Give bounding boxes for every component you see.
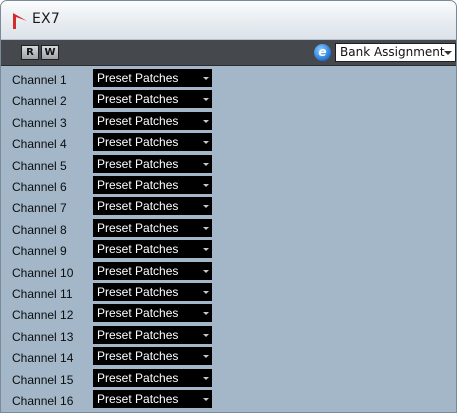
- toolbar: R W e Bank Assignment: [1, 40, 456, 66]
- bank-assignment-value: Bank Assignment: [340, 45, 445, 59]
- preset-value: Preset Patches: [97, 370, 179, 385]
- preset-value: Preset Patches: [97, 242, 179, 257]
- channel-row: Channel 4 Preset Patches: [1, 131, 456, 152]
- channel-row: Channel 1 Preset Patches: [1, 67, 456, 88]
- chevron-down-icon: [444, 51, 452, 55]
- channel-row: Channel 12 Preset Patches: [1, 302, 456, 323]
- preset-value: Preset Patches: [97, 392, 179, 406]
- title-bar[interactable]: EX7: [1, 1, 456, 40]
- preset-patches-dropdown[interactable]: Preset Patches: [93, 283, 212, 301]
- chevron-down-icon: [203, 141, 209, 145]
- preset-patches-dropdown[interactable]: Preset Patches: [93, 154, 212, 173]
- channel-row: Channel 14 Preset Patches: [1, 345, 456, 366]
- chevron-down-icon: [203, 355, 209, 359]
- preset-value: Preset Patches: [97, 92, 179, 107]
- channel-label: Channel 12: [12, 308, 74, 323]
- chevron-down-icon: [203, 77, 209, 80]
- preset-value: Preset Patches: [97, 263, 179, 278]
- channel-row: Channel 6 Preset Patches: [1, 174, 456, 195]
- preset-patches-dropdown[interactable]: Preset Patches: [93, 133, 212, 152]
- preset-value: Preset Patches: [97, 306, 179, 321]
- channel-row: Channel 7 Preset Patches: [1, 195, 456, 216]
- channel-label: Channel 13: [12, 329, 74, 344]
- preset-patches-dropdown[interactable]: Preset Patches: [93, 176, 212, 194]
- ex7-window: EX7 R W e Bank Assignment Channel 1 Prese…: [0, 0, 457, 413]
- preset-value: Preset Patches: [97, 113, 179, 128]
- channel-label: Channel 2: [12, 94, 67, 109]
- preset-value: Preset Patches: [97, 327, 179, 342]
- channel-label: Channel 8: [12, 222, 67, 237]
- chevron-down-icon: [203, 398, 209, 401]
- channel-row: Channel 5 Preset Patches: [1, 153, 456, 174]
- edit-instrument-icon[interactable]: e: [314, 44, 331, 61]
- preset-value: Preset Patches: [97, 349, 179, 364]
- chevron-down-icon: [203, 291, 209, 294]
- channel-label: Channel 4: [12, 137, 67, 152]
- chevron-down-icon: [203, 119, 209, 123]
- channel-label: Channel 3: [12, 115, 67, 130]
- preset-value: Preset Patches: [97, 220, 179, 235]
- preset-value: Preset Patches: [97, 178, 179, 192]
- chevron-down-icon: [203, 248, 209, 252]
- channel-label: Channel 15: [12, 372, 74, 387]
- chevron-down-icon: [203, 162, 209, 166]
- window-title: EX7: [32, 11, 60, 27]
- chevron-down-icon: [203, 312, 209, 316]
- chevron-down-icon: [203, 205, 209, 209]
- chevron-down-icon: [203, 226, 209, 230]
- chevron-down-icon: [203, 333, 209, 337]
- channel-label: Channel 16: [12, 394, 74, 408]
- channel-row: Channel 2 Preset Patches: [1, 88, 456, 109]
- preset-patches-dropdown[interactable]: Preset Patches: [93, 261, 212, 280]
- channel-row: Channel 16 Preset Patches: [1, 388, 456, 409]
- preset-value: Preset Patches: [97, 71, 179, 85]
- preset-patches-dropdown[interactable]: Preset Patches: [93, 325, 212, 344]
- channel-row: Channel 8 Preset Patches: [1, 217, 456, 238]
- bank-assignment-dropdown[interactable]: Bank Assignment: [335, 43, 456, 62]
- chevron-down-icon: [203, 376, 209, 380]
- chevron-down-icon: [203, 98, 209, 102]
- preset-patches-dropdown[interactable]: Preset Patches: [93, 111, 212, 130]
- preset-patches-dropdown[interactable]: Preset Patches: [93, 90, 212, 109]
- preset-value: Preset Patches: [97, 199, 179, 214]
- channel-label: Channel 11: [12, 287, 73, 301]
- channel-label: Channel 7: [12, 201, 67, 216]
- channel-row: Channel 3 Preset Patches: [1, 110, 456, 131]
- preset-patches-dropdown[interactable]: Preset Patches: [93, 197, 212, 216]
- read-automation-button[interactable]: R: [21, 45, 39, 60]
- preset-patches-dropdown[interactable]: Preset Patches: [93, 69, 212, 87]
- preset-patches-dropdown[interactable]: Preset Patches: [93, 240, 212, 259]
- preset-patches-dropdown[interactable]: Preset Patches: [93, 368, 212, 387]
- channel-row: Channel 13 Preset Patches: [1, 324, 456, 345]
- channel-label: Channel 14: [12, 351, 74, 366]
- channel-row: Channel 15 Preset Patches: [1, 367, 456, 388]
- channel-label: Channel 1: [12, 73, 67, 87]
- channel-row: Channel 10 Preset Patches: [1, 260, 456, 281]
- preset-value: Preset Patches: [97, 285, 179, 299]
- channel-label: Channel 10: [12, 265, 74, 280]
- chevron-down-icon: [203, 184, 209, 187]
- chevron-down-icon: [203, 269, 209, 273]
- preset-patches-dropdown[interactable]: Preset Patches: [93, 218, 212, 237]
- channel-label: Channel 6: [12, 180, 67, 194]
- channel-row: Channel 11 Preset Patches: [1, 281, 456, 302]
- preset-patches-dropdown[interactable]: Preset Patches: [93, 304, 212, 323]
- preset-value: Preset Patches: [97, 135, 179, 150]
- channel-label: Channel 9: [12, 244, 67, 259]
- preset-patches-dropdown[interactable]: Preset Patches: [93, 347, 212, 366]
- write-automation-button[interactable]: W: [41, 45, 59, 60]
- cubase-logo-icon: [13, 13, 27, 29]
- preset-patches-dropdown[interactable]: Preset Patches: [93, 390, 212, 408]
- preset-value: Preset Patches: [97, 156, 179, 171]
- channel-row: Channel 9 Preset Patches: [1, 238, 456, 259]
- channel-label: Channel 5: [12, 158, 67, 173]
